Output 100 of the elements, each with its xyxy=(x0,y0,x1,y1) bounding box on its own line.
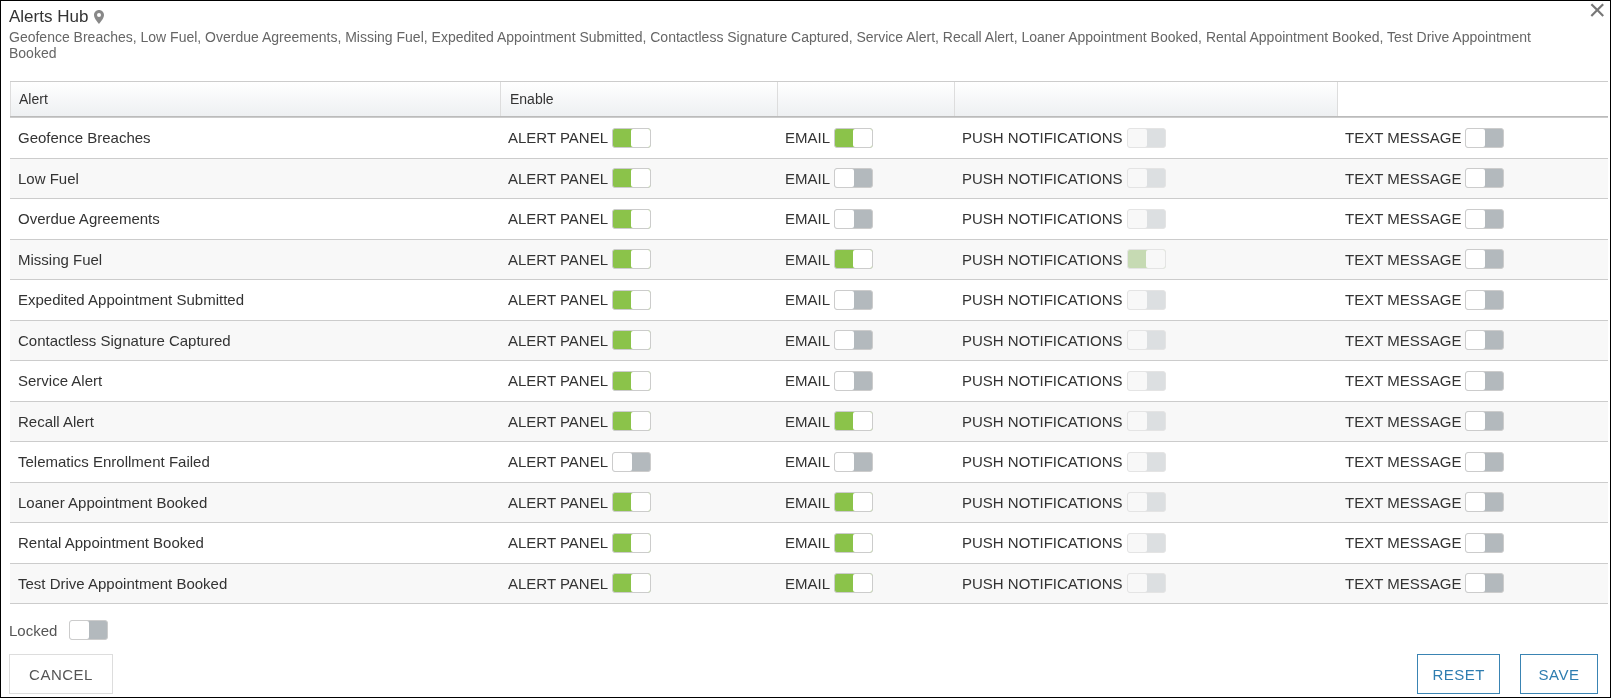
alert-name: Overdue Agreements xyxy=(18,210,160,228)
channel-label: EMAIL xyxy=(785,534,830,552)
channel-label: TEXT MESSAGE xyxy=(1345,534,1462,552)
channel-label: EMAIL xyxy=(785,493,830,511)
toggle-switch[interactable] xyxy=(612,370,652,391)
toggle-switch[interactable] xyxy=(834,411,873,432)
toggle-switch[interactable] xyxy=(69,620,109,640)
toggle-switch[interactable] xyxy=(612,289,652,310)
toggle-switch[interactable] xyxy=(834,370,873,391)
channel-label: EMAIL xyxy=(785,412,830,430)
channel-label: PUSH NOTIFICATIONS xyxy=(962,453,1123,471)
toggle-switch[interactable] xyxy=(1465,330,1505,351)
channel-label: ALERT PANEL xyxy=(508,534,609,552)
toggle-switch[interactable] xyxy=(612,411,652,432)
toggle-switch[interactable] xyxy=(1465,492,1505,513)
toggle-switch[interactable] xyxy=(834,532,873,553)
channel-label: TEXT MESSAGE xyxy=(1345,453,1462,471)
toggle-switch[interactable] xyxy=(612,573,652,594)
toggle-switch[interactable] xyxy=(834,127,873,148)
toggle-switch[interactable] xyxy=(1465,168,1505,189)
channel-label: TEXT MESSAGE xyxy=(1345,169,1462,187)
toggle-switch[interactable] xyxy=(834,451,873,472)
channel-label: PUSH NOTIFICATIONS xyxy=(962,291,1123,309)
channel-label: PUSH NOTIFICATIONS xyxy=(962,210,1123,228)
channel-label: TEXT MESSAGE xyxy=(1345,372,1462,390)
channel-label: ALERT PANEL xyxy=(508,372,609,390)
channel-label: TEXT MESSAGE xyxy=(1345,331,1462,349)
toggle-switch[interactable] xyxy=(834,249,873,270)
channel-label: PUSH NOTIFICATIONS xyxy=(962,331,1123,349)
toggle-switch[interactable] xyxy=(1465,370,1505,391)
toggle-switch[interactable] xyxy=(1465,289,1505,310)
toggle-switch[interactable] xyxy=(612,492,652,513)
alert-name: Test Drive Appointment Booked xyxy=(18,574,228,592)
channel-label: EMAIL xyxy=(785,250,830,268)
alert-name: Contactless Signature Captured xyxy=(18,331,231,349)
channel-label: TEXT MESSAGE xyxy=(1345,291,1462,309)
channel-label: ALERT PANEL xyxy=(508,291,609,309)
close-button[interactable]: × xyxy=(1588,0,1606,25)
toggle-switch[interactable] xyxy=(834,330,873,351)
toggle-switch[interactable] xyxy=(834,573,873,594)
toggle-switch[interactable] xyxy=(1465,573,1505,594)
channel-label: ALERT PANEL xyxy=(508,250,609,268)
channel-label: ALERT PANEL xyxy=(508,210,609,228)
channel-label: PUSH NOTIFICATIONS xyxy=(962,129,1123,147)
channel-label: TEXT MESSAGE xyxy=(1345,250,1462,268)
channel-label: PUSH NOTIFICATIONS xyxy=(962,534,1123,552)
toggle-switch[interactable] xyxy=(834,492,873,513)
channel-label: ALERT PANEL xyxy=(508,412,609,430)
channel-label: ALERT PANEL xyxy=(508,331,609,349)
toggle-switch[interactable] xyxy=(612,168,652,189)
channel-label: EMAIL xyxy=(785,210,830,228)
alert-name: Low Fuel xyxy=(18,169,79,187)
toggle-switch[interactable] xyxy=(612,127,652,148)
dialog-title: Alerts Hub xyxy=(9,7,89,27)
channel-label: EMAIL xyxy=(785,291,830,309)
channel-label: TEXT MESSAGE xyxy=(1345,129,1462,147)
toggle-switch[interactable] xyxy=(612,249,652,270)
map-pin-icon xyxy=(94,10,105,24)
channel-label: TEXT MESSAGE xyxy=(1345,412,1462,430)
channel-label: ALERT PANEL xyxy=(508,129,609,147)
alert-name: Loaner Appointment Booked xyxy=(18,493,208,511)
toggle-switch[interactable] xyxy=(834,208,873,229)
alert-name: Geofence Breaches xyxy=(18,129,151,147)
toggle-switch[interactable] xyxy=(1465,532,1505,553)
channel-label: EMAIL xyxy=(785,331,830,349)
channel-label: EMAIL xyxy=(785,574,830,592)
cancel-button[interactable]: CANCEL xyxy=(9,654,113,694)
channel-label: EMAIL xyxy=(785,372,830,390)
alert-name: Missing Fuel xyxy=(18,250,103,268)
channel-label: PUSH NOTIFICATIONS xyxy=(962,372,1123,390)
alert-name: Recall Alert xyxy=(18,412,94,430)
toggle-switch[interactable] xyxy=(612,330,652,351)
save-button[interactable]: SAVE xyxy=(1520,654,1598,694)
toggle-switch[interactable] xyxy=(612,451,652,472)
toggle-switch[interactable] xyxy=(834,289,873,310)
toggle-switch[interactable] xyxy=(612,208,652,229)
toggle-switch[interactable] xyxy=(1465,411,1505,432)
toggle-switch[interactable] xyxy=(834,168,873,189)
column-header: Enable xyxy=(500,82,777,116)
channel-label: PUSH NOTIFICATIONS xyxy=(962,250,1123,268)
channel-label: TEXT MESSAGE xyxy=(1345,574,1462,592)
column-header: Alert xyxy=(10,82,500,116)
toggle-switch[interactable] xyxy=(1465,208,1505,229)
toggle-switch[interactable] xyxy=(612,532,652,553)
channel-label: ALERT PANEL xyxy=(508,493,609,511)
alert-name: Expedited Appointment Submitted xyxy=(18,291,244,309)
alert-name: Service Alert xyxy=(18,372,103,390)
channel-label: PUSH NOTIFICATIONS xyxy=(962,412,1123,430)
channel-label: EMAIL xyxy=(785,453,830,471)
channel-label: PUSH NOTIFICATIONS xyxy=(962,169,1123,187)
toggle-switch[interactable] xyxy=(1465,127,1505,148)
toggle-switch[interactable] xyxy=(1465,249,1505,270)
channel-label: ALERT PANEL xyxy=(508,169,609,187)
alert-summary: Geofence Breaches, Low Fuel, Overdue Agreements, Missing Fuel, Expedited Appointment Submitted, Contactless Signature Captured, Service Alert, Recall Alert, Loaner Appointment Booked, Rental Appointment Booked, Test Drive Appointment Booked xyxy=(9,29,1532,61)
reset-button[interactable]: RESET xyxy=(1417,654,1500,694)
toggle-switch[interactable] xyxy=(1465,451,1505,472)
channel-label: ALERT PANEL xyxy=(508,574,609,592)
locked-label: Locked xyxy=(9,621,58,639)
channel-label: TEXT MESSAGE xyxy=(1345,210,1462,228)
channel-label: PUSH NOTIFICATIONS xyxy=(962,574,1123,592)
